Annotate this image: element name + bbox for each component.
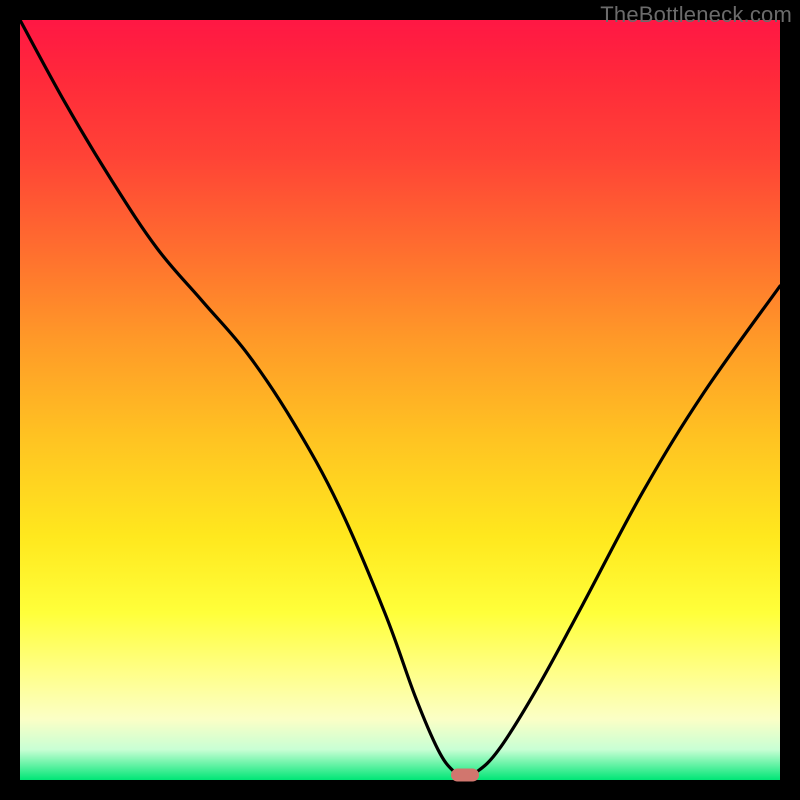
watermark-text: TheBottleneck.com bbox=[600, 2, 792, 28]
bottleneck-curve bbox=[20, 20, 780, 780]
chart-frame: TheBottleneck.com bbox=[0, 0, 800, 800]
plot-area bbox=[20, 20, 780, 780]
optimum-marker bbox=[451, 769, 479, 782]
